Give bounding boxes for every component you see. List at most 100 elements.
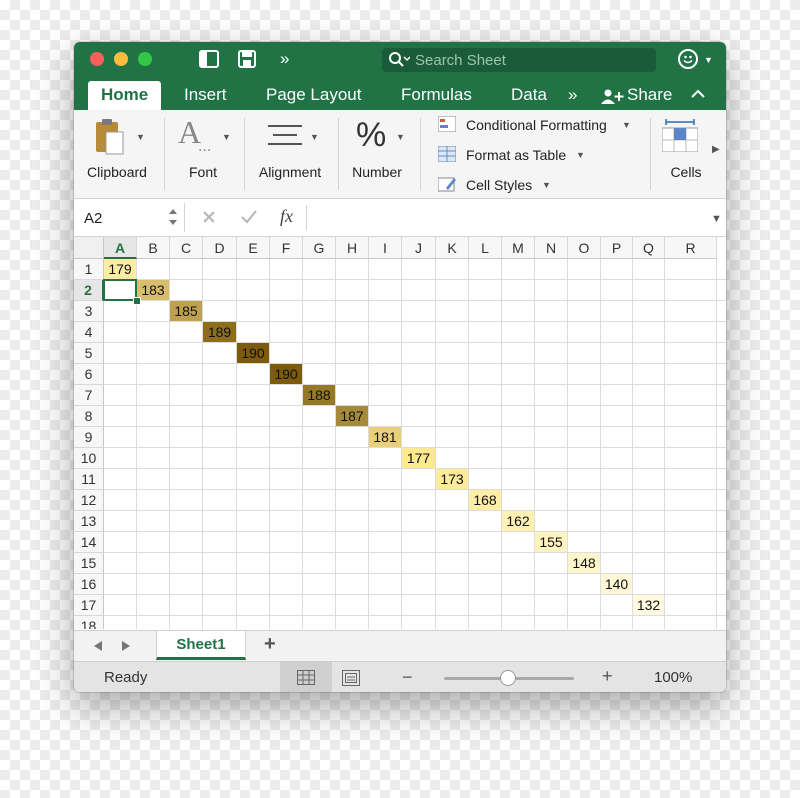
cell-c3[interactable]: 185 (170, 301, 202, 321)
column-header-o[interactable]: O (568, 237, 601, 259)
cell-n14[interactable]: 155 (535, 532, 567, 552)
cell-e5[interactable]: 190 (237, 343, 269, 363)
tab-insert[interactable]: Insert (184, 81, 227, 110)
spreadsheet-grid[interactable]: A B C D E F G H I J K L M N O P Q R 1 2 3 4 5 6 7 8 9 10 11 12 13 14 15 1… (74, 237, 726, 629)
cell-i9[interactable]: 181 (369, 427, 401, 447)
column-header-e[interactable]: E (237, 237, 270, 259)
cell-k11[interactable]: 173 (436, 469, 468, 489)
column-header-d[interactable]: D (203, 237, 237, 259)
selected-cell-outline[interactable] (103, 279, 137, 301)
cell-j10[interactable]: 177 (402, 448, 435, 468)
add-sheet-button[interactable]: + (264, 633, 276, 656)
row-header-17[interactable]: 17 (74, 595, 104, 616)
insert-function-icon[interactable]: fx (280, 206, 293, 227)
cell-m13[interactable]: 162 (502, 511, 534, 531)
column-header-r[interactable]: R (665, 237, 717, 259)
cell-f6[interactable]: 190 (270, 364, 302, 384)
cell-d4[interactable]: 189 (203, 322, 236, 342)
row-header-11[interactable]: 11 (74, 469, 104, 490)
row-header-15[interactable]: 15 (74, 553, 104, 574)
column-header-h[interactable]: H (336, 237, 369, 259)
row-header-10[interactable]: 10 (74, 448, 104, 469)
confirm-entry-icon[interactable] (240, 209, 258, 225)
tab-page-layout[interactable]: Page Layout (266, 81, 361, 110)
column-header-p[interactable]: P (601, 237, 633, 259)
alignment-icon (268, 125, 302, 145)
row-header-3[interactable]: 3 (74, 301, 104, 322)
more-tabs-icon[interactable]: » (568, 81, 577, 110)
column-header-b[interactable]: B (137, 237, 170, 259)
row-header-16[interactable]: 16 (74, 574, 104, 595)
cancel-entry-icon[interactable] (202, 210, 216, 224)
feedback-chevron-down-icon[interactable]: ▼ (704, 55, 713, 65)
cell-o15[interactable]: 148 (568, 553, 600, 573)
ribbon-scroll-right-icon[interactable]: ▶ (712, 144, 720, 155)
page-layout-view-icon[interactable] (342, 670, 360, 686)
tab-sheet1[interactable]: Sheet1 (156, 631, 246, 660)
cell-b2[interactable]: 183 (137, 280, 169, 300)
cell-h8[interactable]: 187 (336, 406, 368, 426)
next-sheet-icon[interactable] (120, 640, 132, 652)
cell-g7[interactable]: 188 (303, 385, 335, 405)
zoom-slider-thumb[interactable] (500, 670, 516, 686)
column-header-a[interactable]: A (104, 237, 137, 259)
column-header-q[interactable]: Q (633, 237, 665, 259)
select-all-corner[interactable] (74, 237, 104, 259)
name-box-stepper-icon[interactable] (168, 206, 178, 228)
cell-styles-icon (438, 177, 456, 192)
row-header-2[interactable]: 2 (74, 280, 104, 301)
search-sheet-field[interactable]: Search Sheet (382, 48, 656, 72)
more-commands-icon[interactable]: » (280, 48, 289, 70)
close-window-button[interactable] (90, 52, 104, 66)
conditional-formatting-label: Conditional Formatting (466, 117, 607, 133)
cell-p16[interactable]: 140 (601, 574, 632, 594)
previous-sheet-icon[interactable] (92, 640, 104, 652)
column-header-c[interactable]: C (170, 237, 203, 259)
status-text: Ready (104, 669, 148, 686)
tab-home[interactable]: Home (88, 81, 162, 110)
expand-formula-bar-icon[interactable]: ▼ (711, 213, 722, 225)
zoom-out-button[interactable]: − (402, 667, 413, 688)
column-header-f[interactable]: F (270, 237, 303, 259)
column-header-m[interactable]: M (502, 237, 535, 259)
minimize-window-button[interactable] (114, 52, 128, 66)
zoom-in-button[interactable]: + (602, 666, 613, 687)
tab-formulas[interactable]: Formulas (401, 81, 472, 110)
row-header-7[interactable]: 7 (74, 385, 104, 406)
row-header-13[interactable]: 13 (74, 511, 104, 532)
cell-q17[interactable]: 132 (633, 595, 664, 615)
row-header-5[interactable]: 5 (74, 343, 104, 364)
row-header-8[interactable]: 8 (74, 406, 104, 427)
row-header-9[interactable]: 9 (74, 427, 104, 448)
formula-input[interactable] (314, 208, 694, 228)
sidebar-toggle-icon[interactable] (199, 50, 219, 68)
column-header-i[interactable]: I (369, 237, 402, 259)
cell-a1[interactable]: 179 (104, 259, 136, 279)
feedback-smiley-icon[interactable] (678, 49, 698, 69)
row-header-4[interactable]: 4 (74, 322, 104, 343)
name-box[interactable]: A2 (84, 210, 102, 227)
column-header-l[interactable]: L (469, 237, 502, 259)
column-header-g[interactable]: G (303, 237, 336, 259)
normal-view-button[interactable] (280, 662, 332, 692)
gridline (104, 552, 726, 553)
column-header-k[interactable]: K (436, 237, 469, 259)
column-header-n[interactable]: N (535, 237, 568, 259)
save-icon[interactable] (238, 50, 256, 68)
zoom-percentage[interactable]: 100% (654, 669, 692, 686)
row-header-14[interactable]: 14 (74, 532, 104, 553)
cell-l12[interactable]: 168 (469, 490, 501, 510)
clipboard-label: Clipboard (87, 164, 147, 180)
clipboard-icon (96, 119, 124, 155)
collapse-ribbon-icon[interactable] (691, 89, 705, 99)
share-person-icon[interactable] (600, 89, 624, 105)
row-header-6[interactable]: 6 (74, 364, 104, 385)
share-button[interactable]: Share (627, 81, 672, 110)
row-header-18[interactable]: 18 (74, 616, 104, 629)
zoom-window-button[interactable] (138, 52, 152, 66)
tab-data[interactable]: Data (511, 81, 547, 110)
row-header-12[interactable]: 12 (74, 490, 104, 511)
fill-handle[interactable] (133, 297, 141, 305)
row-header-1[interactable]: 1 (74, 259, 104, 280)
column-header-j[interactable]: J (402, 237, 436, 259)
